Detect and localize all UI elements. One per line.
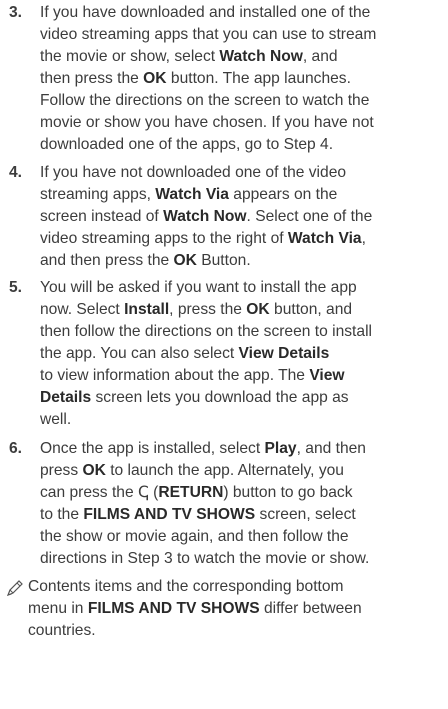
text-run: button. The app launches. (166, 70, 351, 87)
text-line: Follow the directions on the screen to w… (40, 90, 445, 112)
text-run: , press the (169, 301, 247, 318)
text-run: streaming apps, (40, 186, 156, 203)
text-line: streaming apps, Watch Via appears on the (40, 184, 445, 206)
text-line: downloaded one of the apps, go to Step 4… (40, 134, 445, 156)
text-run: now. Select (40, 301, 125, 318)
text-run: Button. (196, 252, 251, 269)
bold-term: FILMS AND TV SHOWS (87, 600, 260, 617)
bold-term: Details (40, 389, 92, 406)
text-line: to the FILMS AND TV SHOWS screen, select (40, 504, 445, 526)
bold-term: Watch Now (219, 48, 303, 65)
text-line: You will be asked if you want to install… (40, 277, 445, 299)
text-run: the show or movie again, and then follow… (40, 528, 349, 545)
text-line: video streaming apps that you can use to… (40, 24, 445, 46)
text-line: directions in Step 3 to watch the movie … (40, 548, 445, 570)
text-run: to view information about the app. The (40, 367, 310, 384)
text-line: well. (40, 409, 445, 431)
bold-term: Play (264, 440, 297, 457)
text-line: If you have downloaded and installed one… (40, 2, 445, 24)
text-run: , and then (296, 440, 366, 457)
text-run: screen lets you download the app as (91, 389, 349, 406)
text-run: video streaming apps to the right of (40, 230, 288, 247)
note-text: Contents items and the corresponding bot… (28, 576, 438, 642)
bold-term: OK (173, 252, 197, 269)
text-line: Details screen lets you download the app… (40, 387, 445, 409)
step-text: Once the app is installed, select Play, … (40, 438, 445, 570)
text-line: press OK to launch the app. Alternately,… (40, 460, 445, 482)
text-run: menu in (28, 600, 88, 617)
manual-page: 3. If you have downloaded and installed … (0, 0, 448, 709)
text-run: to the (40, 506, 84, 523)
text-line: Once the app is installed, select Play, … (40, 438, 445, 460)
step-number: 5. (9, 279, 23, 296)
text-run: countries. (28, 622, 96, 639)
text-run: to launch the app. Alternately, you (105, 462, 344, 479)
note-pencil-icon (6, 579, 24, 597)
text-run: downloaded one of the apps, go to Step 4… (40, 136, 334, 153)
text-line: video streaming apps to the right of Wat… (40, 228, 445, 250)
text-line: the app. You can also select View Detail… (40, 343, 445, 365)
text-line: movie or show you have chosen. If you ha… (40, 112, 445, 134)
text-run: If you have downloaded and installed one… (40, 4, 371, 21)
text-line: If you have not downloaded one of the vi… (40, 162, 445, 184)
text-line: Contents items and the corresponding bot… (28, 576, 438, 598)
text-run: ) button to go back (223, 484, 353, 501)
bold-term: Watch Via (287, 230, 362, 247)
bold-term: OK (82, 462, 106, 479)
bold-term: OK (246, 301, 270, 318)
text-run: ( (148, 484, 159, 501)
bold-term: FILMS AND TV SHOWS (83, 506, 256, 523)
text-run: . Select one of the (246, 208, 373, 225)
text-run: Contents items and the corresponding bot… (28, 578, 344, 595)
text-line: can press the ↅ (RETURN) button to go ba… (40, 482, 445, 504)
text-run: well. (40, 411, 72, 428)
text-line: now. Select Install, press the OK button… (40, 299, 445, 321)
text-run: , and (302, 48, 338, 65)
text-run: movie or show you have chosen. If you ha… (40, 114, 374, 131)
text-run: press (40, 462, 83, 479)
text-run: Follow the directions on the screen to w… (40, 92, 370, 109)
text-line: then press the OK button. The app launch… (40, 68, 445, 90)
text-run: You will be asked if you want to install… (40, 279, 357, 296)
text-line: menu in FILMS AND TV SHOWS differ betwee… (28, 598, 438, 620)
text-run: the app. You can also select (40, 345, 239, 362)
bold-term: Install (124, 301, 170, 318)
text-run: then press the (40, 70, 144, 87)
bold-term: RETURN (158, 484, 224, 501)
text-run: ↅ (137, 484, 149, 501)
step-text: You will be asked if you want to install… (40, 277, 445, 431)
text-line: the movie or show, select Watch Now, and (40, 46, 445, 68)
text-line: the show or movie again, and then follow… (40, 526, 445, 548)
bold-term: Watch Now (163, 208, 247, 225)
text-run: If you have not downloaded one of the vi… (40, 164, 347, 181)
text-run: screen, select (255, 506, 356, 523)
text-line: countries. (28, 620, 438, 642)
text-run: , (361, 230, 366, 247)
bold-term: OK (143, 70, 167, 87)
bold-term: View Details (238, 345, 330, 362)
text-line: to view information about the app. The V… (40, 365, 445, 387)
text-run: the movie or show, select (40, 48, 220, 65)
text-run: appears on the (228, 186, 338, 203)
text-run: then follow the directions on the screen… (40, 323, 372, 340)
step-text: If you have downloaded and installed one… (40, 2, 445, 156)
text-line: screen instead of Watch Now. Select one … (40, 206, 445, 228)
text-run: Once the app is installed, select (40, 440, 265, 457)
bold-term: View (309, 367, 345, 384)
step-number: 6. (9, 440, 23, 457)
text-run: video streaming apps that you can use to… (40, 26, 377, 43)
text-run: can press the (40, 484, 138, 501)
text-line: then follow the directions on the screen… (40, 321, 445, 343)
text-run: and then press the (40, 252, 174, 269)
text-run: button, and (269, 301, 353, 318)
text-run: directions in Step 3 to watch the movie … (40, 550, 370, 567)
step-number: 4. (9, 164, 23, 181)
text-line: and then press the OK Button. (40, 250, 445, 272)
bold-term: Watch Via (155, 186, 229, 203)
step-number: 3. (9, 4, 23, 21)
step-text: If you have not downloaded one of the vi… (40, 162, 445, 272)
text-run: screen instead of (40, 208, 164, 225)
text-run: differ between (259, 600, 362, 617)
